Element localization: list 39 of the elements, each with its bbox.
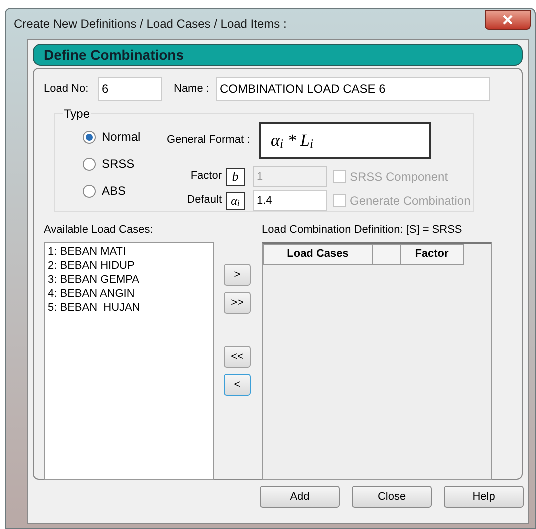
symbol-box: α$_{i}$ xyxy=(226,192,245,210)
list-item[interactable]: 5: BEBAN HUJAN xyxy=(48,300,210,314)
list-label: Available Load Cases: xyxy=(44,223,154,238)
radio-button[interactable] xyxy=(83,158,96,170)
default-field[interactable]: 1.4 xyxy=(253,190,327,211)
dialog-button[interactable]: Close xyxy=(352,486,432,508)
symbol-box: b xyxy=(226,168,245,186)
field-label: Name : xyxy=(174,82,210,97)
load-number-field[interactable]: 6 xyxy=(98,77,162,101)
field-label: Factor xyxy=(190,169,223,184)
checkbox-label: SRSS Component xyxy=(350,168,448,186)
field-label: Load No: xyxy=(44,82,90,97)
radio-button[interactable] xyxy=(83,130,96,144)
list-item[interactable]: 1: BEBAN MATI xyxy=(48,244,210,258)
list-item[interactable]: 2: BEBAN HIDUP xyxy=(48,258,210,272)
radio-label: SRSS xyxy=(102,156,135,173)
section-header: Define Combinations xyxy=(33,44,523,66)
field-label: Default xyxy=(186,193,223,208)
close-icon xyxy=(503,15,513,25)
move-button[interactable]: < xyxy=(224,374,251,396)
column-header: Load Cases xyxy=(263,244,373,264)
radio-label: Normal xyxy=(102,129,141,146)
name-field[interactable]: COMBINATION LOAD CASE 6 xyxy=(216,77,490,101)
list-item[interactable]: 3: BEBAN GEMPA xyxy=(48,272,210,286)
field-label: General Format : xyxy=(167,133,252,148)
list-item[interactable]: 4: BEBAN ANGIN xyxy=(48,286,210,300)
radio-label: ABS xyxy=(102,183,126,200)
close-button[interactable] xyxy=(485,10,531,30)
table-label: Load Combination Definition: [S] = SRSS xyxy=(262,223,464,238)
dialog-button[interactable]: Add xyxy=(260,486,340,508)
move-button[interactable]: << xyxy=(224,346,251,368)
dialog-button[interactable]: Help xyxy=(444,486,524,508)
formula-box: α$_{i}$ * L$_{i}$ xyxy=(259,122,431,159)
move-button[interactable]: > xyxy=(224,264,251,286)
radio-button[interactable] xyxy=(83,184,96,198)
move-button[interactable]: >> xyxy=(224,292,251,314)
checkbox-label: Generate Combination xyxy=(350,192,471,210)
column-header: Factor xyxy=(401,244,464,264)
window-title: Create New Definitions / Load Cases / Load Items : xyxy=(14,16,287,33)
